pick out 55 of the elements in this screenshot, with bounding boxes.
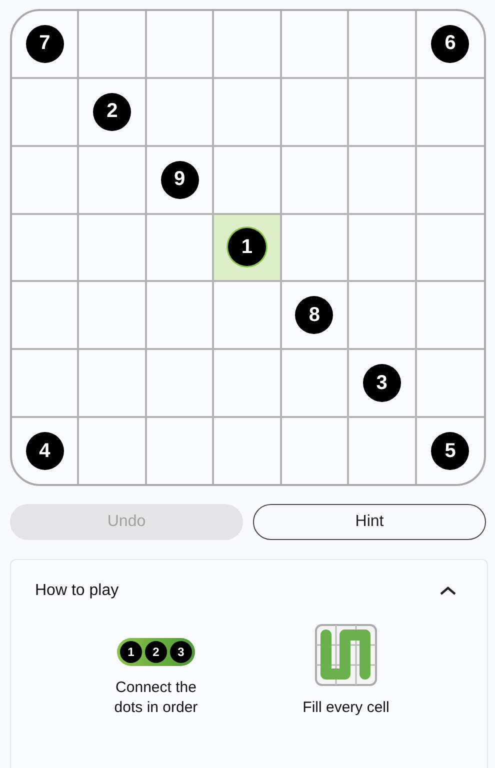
- grid-cell[interactable]: [79, 350, 147, 418]
- number-dot: 1: [228, 228, 266, 266]
- number-dot: 9: [160, 160, 199, 199]
- grid-cell[interactable]: [214, 78, 282, 147]
- grid-cell[interactable]: 2: [79, 78, 147, 147]
- grid-cell[interactable]: [214, 282, 282, 350]
- grid-cell[interactable]: [282, 214, 350, 282]
- number-dot: 6: [431, 24, 470, 63]
- grid-cell[interactable]: 8: [282, 282, 350, 350]
- grid-cell[interactable]: [12, 282, 80, 350]
- grid-cell[interactable]: [349, 214, 417, 282]
- grid-cell[interactable]: [79, 11, 147, 79]
- grid-cell[interactable]: [282, 11, 350, 79]
- grid-cell[interactable]: [12, 350, 80, 418]
- panel-title: How to play: [35, 582, 119, 600]
- filled-grid-icon: [315, 624, 377, 686]
- grid-cell[interactable]: 9: [146, 146, 214, 215]
- grid-cell[interactable]: 3: [349, 350, 417, 418]
- grid-cell[interactable]: [349, 78, 417, 147]
- number-dot: 8: [295, 296, 334, 334]
- grid-cell[interactable]: [214, 350, 282, 418]
- grid-cell[interactable]: 7: [12, 11, 80, 79]
- number-dot: 5: [431, 432, 470, 470]
- grid-cell[interactable]: 6: [416, 11, 484, 79]
- grid-cell[interactable]: [146, 11, 214, 79]
- grid-cell[interactable]: [214, 11, 282, 79]
- grid-cell[interactable]: [349, 11, 417, 79]
- grid-cell[interactable]: [12, 214, 80, 282]
- grid-cell[interactable]: 4: [12, 418, 80, 484]
- grid-cell[interactable]: [146, 350, 214, 418]
- tip-caption: Connect the dots in order: [113, 678, 199, 718]
- number-dot: 3: [170, 641, 192, 663]
- grid-cell[interactable]: [79, 214, 147, 282]
- grid-cell[interactable]: [282, 146, 350, 215]
- grid-cell[interactable]: 5: [416, 418, 484, 484]
- grid-cell[interactable]: [79, 146, 147, 215]
- grid-cell[interactable]: [79, 282, 147, 350]
- grid-cell[interactable]: 1: [214, 214, 282, 282]
- number-dot: 7: [26, 24, 64, 63]
- grid-cell[interactable]: [282, 78, 350, 147]
- grid-cell[interactable]: [349, 282, 417, 350]
- number-dot: 1: [120, 641, 142, 663]
- grid-cell[interactable]: [146, 78, 214, 147]
- grid-cell[interactable]: [282, 350, 350, 418]
- number-dot: 3: [362, 364, 401, 402]
- tip-caption: Fill every cell: [302, 698, 390, 718]
- grid-cell[interactable]: [146, 282, 214, 350]
- grid-cell[interactable]: [349, 146, 417, 215]
- chevron-up-icon[interactable]: [439, 586, 457, 596]
- number-dot: 4: [26, 432, 64, 470]
- grid-cell[interactable]: [12, 146, 80, 215]
- number-dot: 2: [93, 92, 132, 131]
- grid-cell[interactable]: [12, 78, 80, 147]
- number-dot: 2: [145, 641, 167, 663]
- hint-button[interactable]: Hint: [253, 504, 486, 540]
